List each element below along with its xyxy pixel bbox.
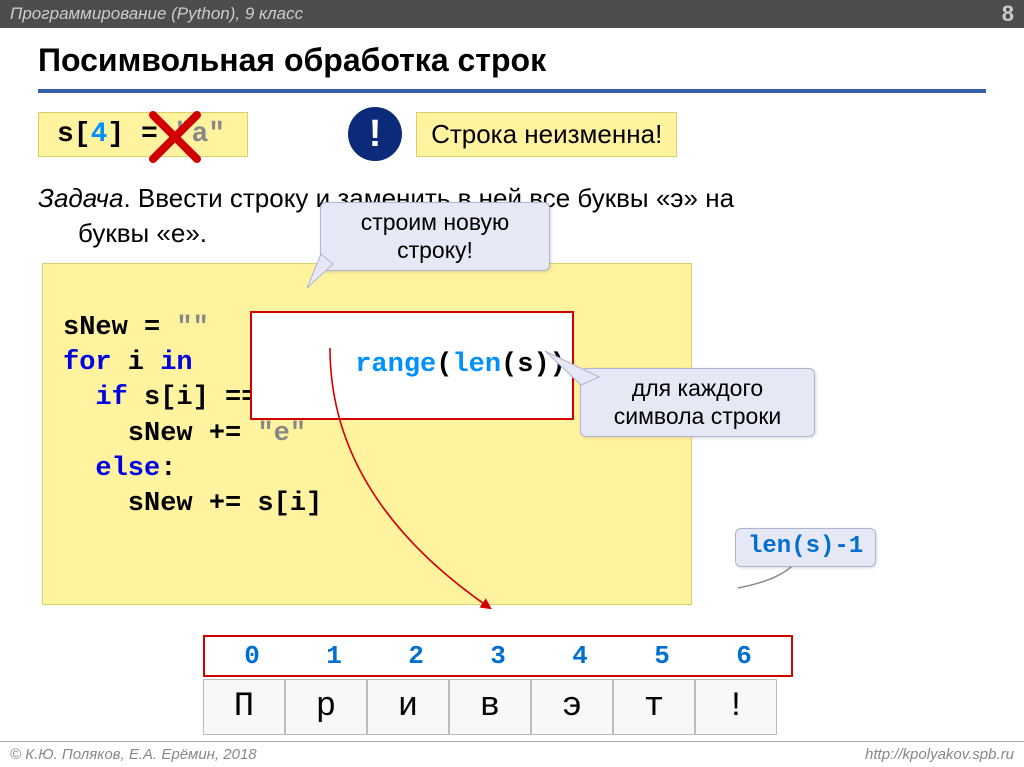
range-expression-box: range(len(s)): [250, 311, 574, 420]
course-title: Программирование (Python), 9 класс: [10, 4, 303, 24]
char-cell: и: [367, 679, 449, 735]
char-cell: П: [203, 679, 285, 735]
invalid-assignment-code: s[4] = "a": [38, 112, 248, 157]
callout-len-minus-one: len(s)-1: [735, 528, 876, 567]
char-cell: р: [285, 679, 367, 735]
char-cell: т: [613, 679, 695, 735]
char-cell: в: [449, 679, 531, 735]
page-title: Посимвольная обработка строк: [38, 42, 986, 93]
footer: © К.Ю. Поляков, Е.А. Ерёмин, 2018 http:/…: [0, 741, 1024, 767]
index-cell: 6: [703, 641, 785, 671]
string-index-diagram: 0123456 Привэт!: [203, 635, 986, 735]
header-bar: Программирование (Python), 9 класс 8: [0, 0, 1024, 28]
callout-build-new-string: строим новую строку!: [320, 202, 550, 271]
footer-url: http://kpolyakov.spb.ru: [865, 746, 1014, 763]
index-cell: 4: [539, 641, 621, 671]
char-cell: !: [695, 679, 777, 735]
warning-icon: !: [348, 107, 402, 161]
index-cell: 1: [293, 641, 375, 671]
index-cell: 5: [621, 641, 703, 671]
callout-for-each-char: для каждого символа строки: [580, 368, 815, 437]
char-cell: э: [531, 679, 613, 735]
index-cell: 2: [375, 641, 457, 671]
copyright: © К.Ю. Поляков, Е.А. Ерёмин, 2018: [10, 746, 257, 763]
callout-string-immutable: Строка неизменна!: [416, 112, 677, 157]
index-cell: 0: [211, 641, 293, 671]
index-cell: 3: [457, 641, 539, 671]
page-number: 8: [1002, 1, 1014, 27]
